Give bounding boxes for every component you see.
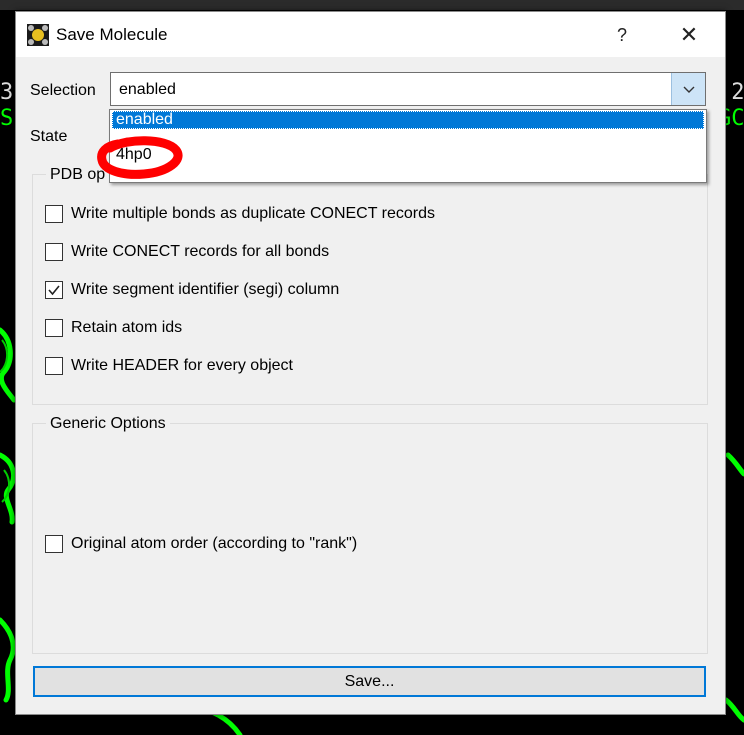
help-button[interactable]: ? [608, 22, 636, 48]
chevron-down-icon [683, 86, 695, 93]
title-bar: Save Molecule ? ✕ [16, 12, 725, 57]
selection-label: Selection [30, 82, 96, 99]
checkbox-label: Write segment identifier (segi) column [71, 281, 340, 298]
checkbox-label: Original atom order (according to "rank"… [71, 535, 358, 552]
checkmark-icon [48, 285, 60, 296]
red-circle-annotation [97, 136, 183, 179]
dialog-title: Save Molecule [56, 25, 168, 44]
checkbox-label: Write multiple bonds as duplicate CONECT… [71, 205, 435, 222]
checkbox[interactable] [45, 205, 63, 223]
generic-options-title: Generic Options [46, 415, 170, 433]
selection-dropdown-list: enabled 4hp0 [109, 109, 707, 183]
checkbox-label: Write CONECT records for all bonds [71, 243, 330, 260]
checkbox[interactable] [45, 535, 63, 553]
selection-combobox[interactable]: enabled [110, 72, 706, 106]
close-button[interactable]: ✕ [671, 20, 707, 50]
checkbox-checked[interactable] [45, 281, 63, 299]
dropdown-option-enabled[interactable]: enabled [112, 111, 704, 129]
checkbox[interactable] [45, 319, 63, 337]
combobox-dropdown-button[interactable] [671, 73, 705, 105]
dropdown-option-4hp0[interactable]: 4hp0 [112, 146, 704, 164]
save-button[interactable]: Save... [33, 666, 706, 697]
state-label: State [30, 128, 68, 145]
selection-value: enabled [119, 81, 176, 98]
checkbox[interactable] [45, 243, 63, 261]
checkbox-label: Retain atom ids [71, 319, 183, 336]
checkbox[interactable] [45, 357, 63, 375]
pymol-app-icon [27, 24, 49, 46]
checkbox-label: Write HEADER for every object [71, 357, 293, 374]
